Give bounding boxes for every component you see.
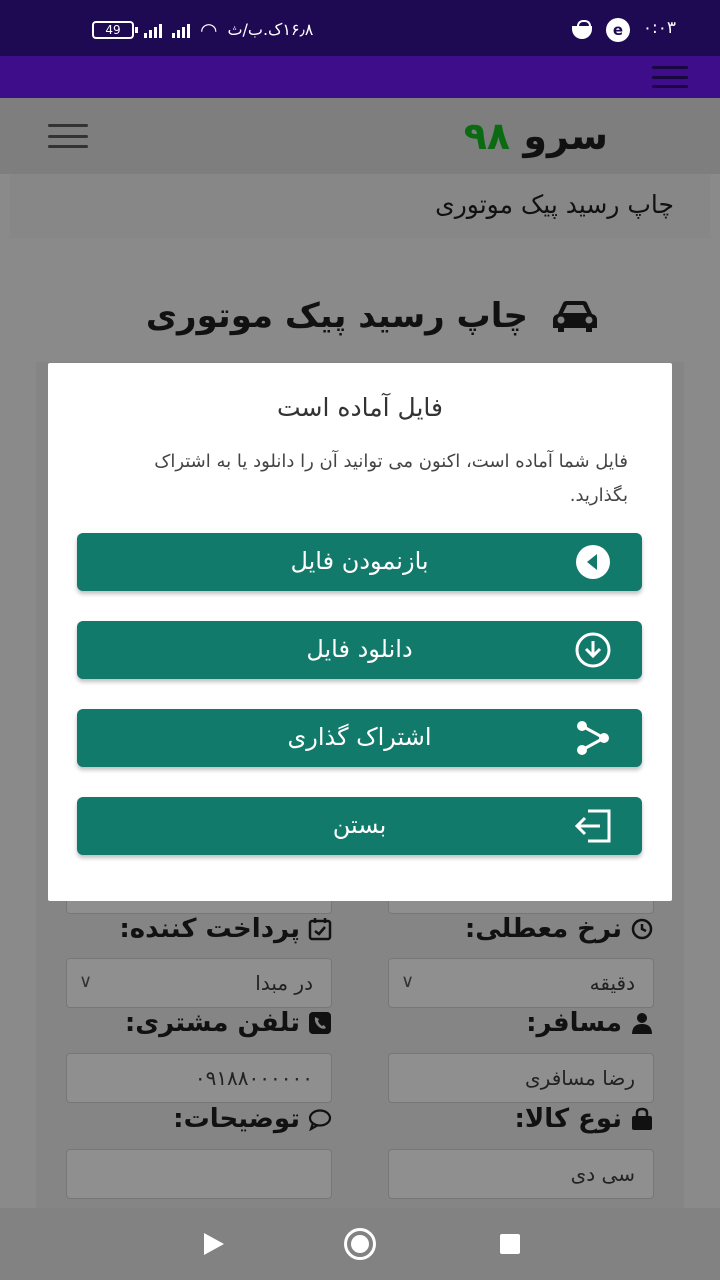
share-button[interactable]: اشتراک گذاری: [77, 709, 642, 767]
network-speed: ۱۶٫۸ک.ب/ث: [227, 20, 314, 39]
download-file-label: دانلود فایل: [306, 635, 413, 663]
payer-select[interactable]: در مبدا ∨: [66, 958, 332, 1008]
open-file-button[interactable]: بازنمودن فایل: [77, 533, 642, 591]
app-menu-icon[interactable]: [652, 66, 688, 88]
payer-select-value: در مبدا: [255, 971, 313, 995]
rate-select[interactable]: دقیقه ∨: [388, 958, 654, 1008]
chevron-down-icon: ∨: [79, 971, 93, 992]
page-title-row: چاپ رسید پیک موتوری: [0, 290, 720, 350]
payer-label: پرداخت کننده:: [119, 914, 332, 944]
passenger-label: مسافر:: [526, 1008, 654, 1038]
breadcrumb: چاپ رسید پیک موتوری: [10, 174, 710, 238]
passenger-input[interactable]: رضا مسافری: [388, 1053, 654, 1103]
status-bar: ۰:۰۳ e 49 ◠ ۱۶٫۸ک.ب/ث: [0, 0, 720, 56]
wifi-icon: ◠: [200, 17, 218, 42]
notes-label-text: توضیحات:: [173, 1104, 300, 1134]
user-icon: [632, 1013, 652, 1034]
download-file-button[interactable]: دانلود فایل: [77, 621, 642, 679]
status-time: ۰:۰۳: [642, 18, 676, 38]
app-notification-icon: e: [606, 18, 630, 42]
status-notification-icons: e: [570, 18, 630, 42]
comment-icon: [308, 1109, 332, 1131]
logo-number: ۹۸: [463, 114, 511, 158]
signal-icon: [144, 22, 162, 38]
signal-icon-2: [172, 22, 190, 38]
customer-phone-label-text: تلفن مشتری:: [124, 1008, 300, 1038]
rate-label: نرخ معطلی:: [465, 914, 654, 944]
rate-select-value: دقیقه: [589, 971, 635, 995]
clock-icon: [631, 918, 653, 940]
breadcrumb-text: چاپ رسید پیک موتوری: [435, 190, 674, 219]
hamburger-menu-icon[interactable]: [48, 124, 88, 148]
calendar-check-icon: [308, 918, 332, 941]
close-button[interactable]: بستن: [77, 797, 642, 855]
browser-app-bar: [0, 56, 720, 98]
payer-label-text: پرداخت کننده:: [119, 914, 300, 944]
customer-phone-input[interactable]: ۰۹۱۸۸۰۰۰۰۰۰: [66, 1053, 332, 1103]
customer-phone-value: ۰۹۱۸۸۰۰۰۰۰۰: [194, 1066, 313, 1090]
logo-word: سرو: [523, 114, 608, 158]
goods-type-label: نوع کالا:: [514, 1104, 654, 1134]
open-file-label: بازنمودن فایل: [290, 547, 429, 575]
passenger-label-text: مسافر:: [526, 1008, 622, 1038]
back-icon[interactable]: [204, 1233, 224, 1255]
recent-apps-icon[interactable]: [500, 1234, 520, 1254]
share-label: اشتراک گذاری: [287, 723, 432, 751]
passenger-value: رضا مسافری: [525, 1066, 635, 1090]
customer-phone-label: تلفن مشتری:: [125, 1008, 332, 1038]
close-label: بستن: [332, 811, 387, 839]
car-icon: [553, 301, 597, 332]
goods-type-input[interactable]: سی دی: [388, 1149, 654, 1199]
shopping-bag-icon: [632, 1107, 652, 1130]
dialog-message: فایل شما آماده است، اکنون می توانید آن ر…: [154, 451, 628, 506]
dialog-title: فایل آماده است: [277, 393, 443, 422]
notes-label: توضیحات:: [173, 1104, 332, 1134]
notes-input[interactable]: [66, 1149, 332, 1199]
file-ready-dialog: فایل آماده است فایل شما آماده است، اکنون…: [48, 363, 672, 901]
rate-label-text: نرخ معطلی:: [464, 914, 622, 944]
status-system-icons: 49 ◠ ۱۶٫۸ک.ب/ث: [92, 17, 314, 42]
system-navigation-bar: [0, 1208, 720, 1280]
shopping-basket-icon: [570, 20, 594, 40]
home-icon[interactable]: [344, 1228, 376, 1260]
site-header: سرو ۹۸: [0, 98, 720, 174]
phone-icon: [309, 1012, 331, 1034]
battery-icon: 49: [92, 20, 138, 39]
page-title: چاپ رسید پیک موتوری: [145, 296, 528, 336]
goods-type-label-text: نوع کالا:: [514, 1104, 622, 1134]
site-logo[interactable]: سرو ۹۸: [464, 114, 608, 158]
chevron-down-icon: ∨: [401, 971, 415, 992]
goods-type-value: سی دی: [570, 1162, 635, 1186]
